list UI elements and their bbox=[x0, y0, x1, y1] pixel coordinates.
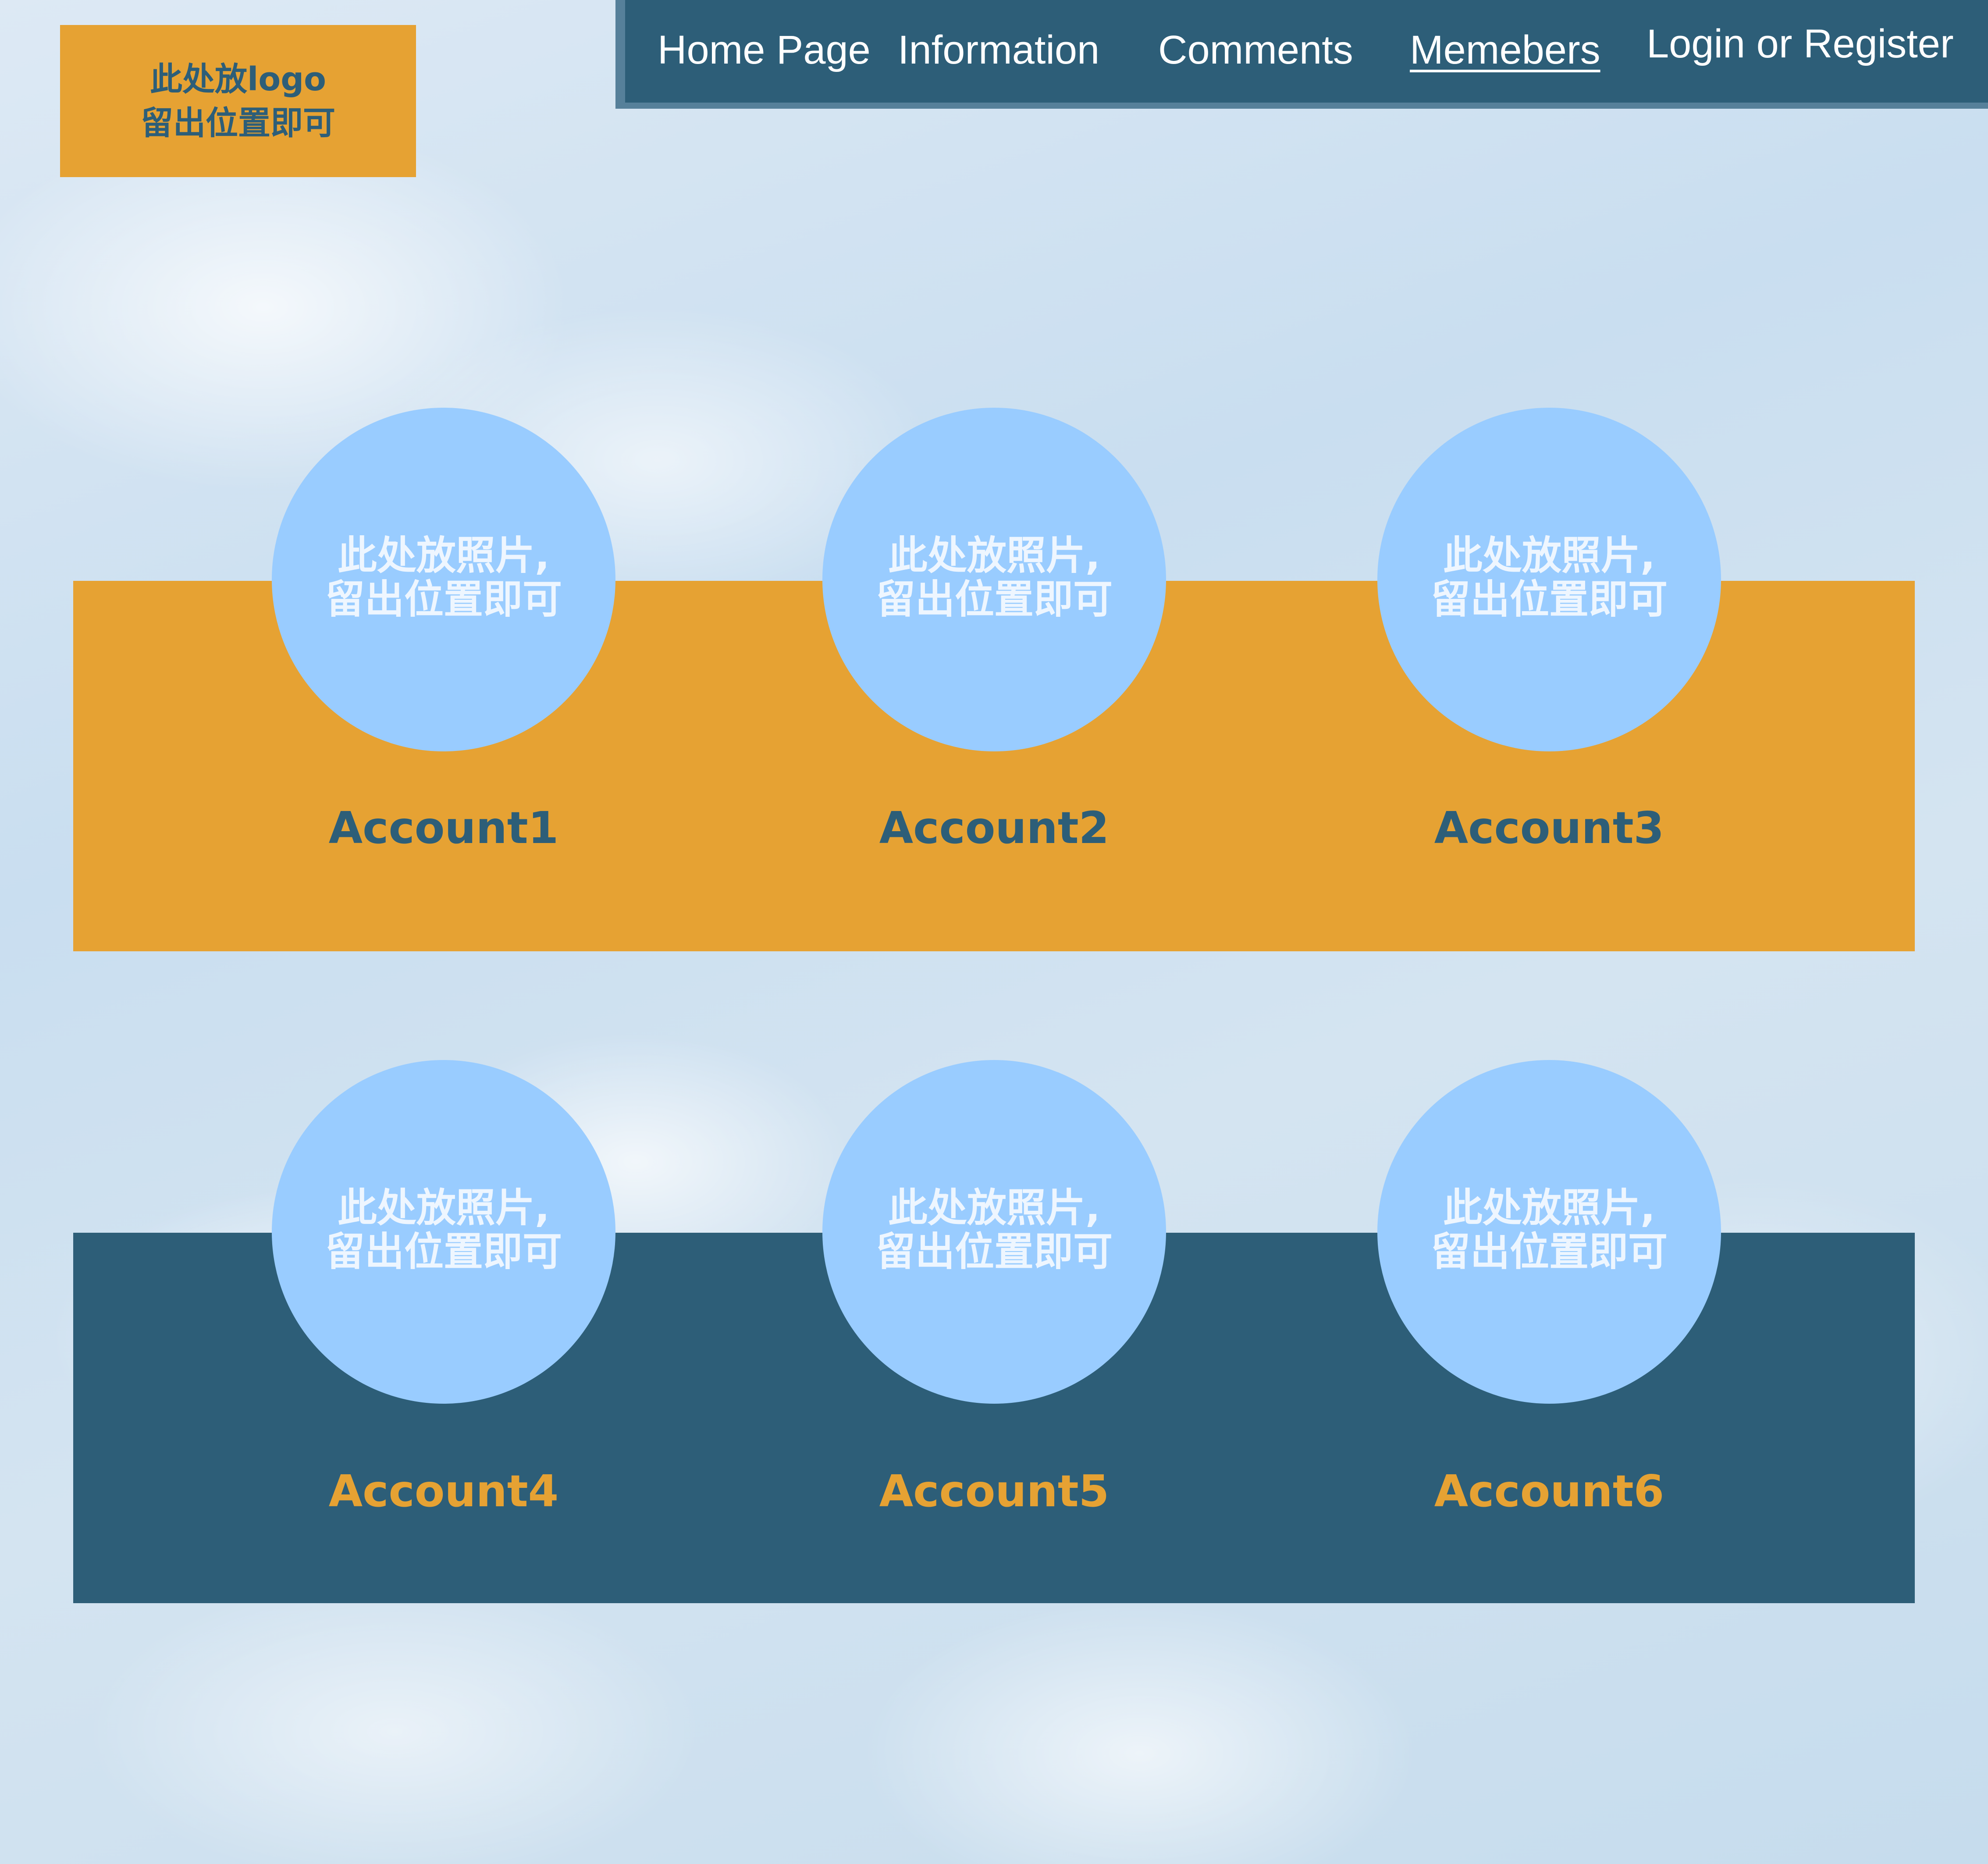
nav-members[interactable]: Memebers bbox=[1410, 27, 1600, 73]
photo-text-line1: 此处放照片, bbox=[1443, 533, 1656, 579]
nav-login-register[interactable]: Login or Register bbox=[1647, 21, 1954, 67]
nav-information[interactable]: Information bbox=[898, 27, 1099, 73]
member-photo-placeholder[interactable]: 此处放照片, 留出位置即可 bbox=[1377, 1060, 1721, 1404]
account-name[interactable]: Account3 bbox=[1377, 802, 1721, 854]
member-photo-placeholder[interactable]: 此处放照片, 留出位置即可 bbox=[272, 1060, 615, 1404]
account-name[interactable]: Account4 bbox=[272, 1466, 615, 1517]
member-card-6[interactable]: 此处放照片, 留出位置即可 Account6 bbox=[1377, 1060, 1721, 1517]
member-photo-placeholder[interactable]: 此处放照片, 留出位置即可 bbox=[822, 408, 1166, 751]
account-name[interactable]: Account5 bbox=[822, 1466, 1166, 1517]
member-photo-placeholder[interactable]: 此处放照片, 留出位置即可 bbox=[822, 1060, 1166, 1404]
member-card-4[interactable]: 此处放照片, 留出位置即可 Account4 bbox=[272, 1060, 615, 1517]
member-photo-placeholder[interactable]: 此处放照片, 留出位置即可 bbox=[1377, 408, 1721, 751]
nav-home-page[interactable]: Home Page bbox=[658, 27, 871, 73]
page: 此处放logo 留出位置即可 Home Page Information Com… bbox=[0, 0, 1988, 1864]
top-nav-bar: Home Page Information Comments Memebers … bbox=[615, 0, 1988, 109]
account-name[interactable]: Account6 bbox=[1377, 1466, 1721, 1517]
account-name[interactable]: Account2 bbox=[822, 802, 1166, 854]
member-photo-placeholder[interactable]: 此处放照片, 留出位置即可 bbox=[272, 408, 615, 751]
logo-text-line1: 此处放logo bbox=[149, 60, 326, 98]
photo-text-line2: 留出位置即可 bbox=[1431, 1229, 1668, 1275]
photo-text-line2: 留出位置即可 bbox=[876, 1229, 1113, 1275]
photo-text-line2: 留出位置即可 bbox=[1431, 576, 1668, 623]
photo-text-line1: 此处放照片, bbox=[337, 533, 550, 579]
logo-text-line2: 留出位置即可 bbox=[141, 104, 335, 142]
account-name[interactable]: Account1 bbox=[272, 802, 615, 854]
member-card-1[interactable]: 此处放照片, 留出位置即可 Account1 bbox=[272, 408, 615, 854]
photo-text-line2: 留出位置即可 bbox=[876, 576, 1113, 623]
photo-text-line2: 留出位置即可 bbox=[325, 1229, 562, 1275]
member-card-3[interactable]: 此处放照片, 留出位置即可 Account3 bbox=[1377, 408, 1721, 854]
logo-placeholder[interactable]: 此处放logo 留出位置即可 bbox=[60, 25, 416, 177]
photo-text-line2: 留出位置即可 bbox=[325, 576, 562, 623]
photo-text-line1: 此处放照片, bbox=[1443, 1185, 1656, 1231]
photo-text-line1: 此处放照片, bbox=[888, 533, 1101, 579]
member-card-5[interactable]: 此处放照片, 留出位置即可 Account5 bbox=[822, 1060, 1166, 1517]
photo-text-line1: 此处放照片, bbox=[888, 1185, 1101, 1231]
photo-text-line1: 此处放照片, bbox=[337, 1185, 550, 1231]
nav-comments[interactable]: Comments bbox=[1158, 27, 1353, 73]
member-card-2[interactable]: 此处放照片, 留出位置即可 Account2 bbox=[822, 408, 1166, 854]
